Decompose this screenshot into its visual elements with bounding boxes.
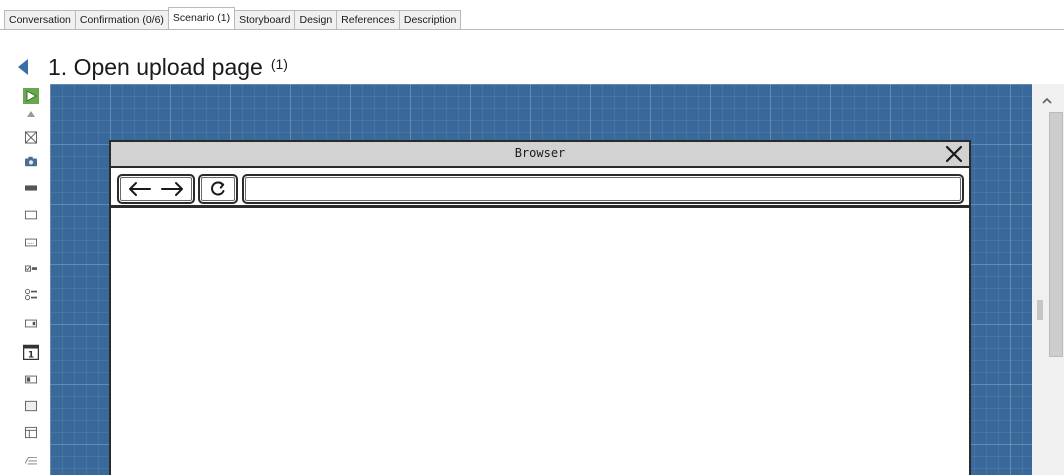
play-icon[interactable] xyxy=(23,88,39,104)
panel-icon[interactable] xyxy=(25,400,37,412)
tab-references[interactable]: References xyxy=(336,10,400,29)
tab-storyboard[interactable]: Storyboard xyxy=(234,10,296,29)
tab-description[interactable]: Description xyxy=(398,10,462,29)
reload-button[interactable] xyxy=(198,174,238,204)
bar-icon[interactable] xyxy=(25,182,37,194)
back-forward-button[interactable] xyxy=(117,174,195,204)
tab-confirmation[interactable]: Confirmation (0/6) xyxy=(74,10,169,29)
image-placeholder-icon[interactable] xyxy=(25,131,37,143)
table-icon[interactable] xyxy=(25,426,37,438)
browser-toolbar xyxy=(111,168,969,208)
close-icon[interactable] xyxy=(945,145,963,163)
dropdown-icon[interactable] xyxy=(25,317,37,329)
tab-conversation[interactable]: Conversation xyxy=(4,10,76,29)
vertical-scrollbar[interactable] xyxy=(1032,84,1064,475)
back-arrow-icon[interactable] xyxy=(18,59,28,75)
widget-toolbar: 1 xyxy=(0,84,50,475)
browser-title: Browser xyxy=(514,146,566,160)
radio-list-icon[interactable] xyxy=(25,289,37,301)
tab-design[interactable]: Design xyxy=(294,10,338,29)
tab-bar: Conversation Confirmation (0/6) Scenario… xyxy=(0,0,1064,32)
checkbox-list-icon[interactable] xyxy=(25,263,37,275)
design-canvas[interactable]: Browser xyxy=(50,84,1032,475)
arrow-left-right-icon xyxy=(129,182,183,196)
tabs: Conversation Confirmation (0/6) Scenario… xyxy=(4,7,462,29)
svg-text:1: 1 xyxy=(28,351,34,361)
page-title: 1. Open upload page xyxy=(48,53,263,80)
address-bar[interactable] xyxy=(242,174,964,204)
toggle-icon[interactable] xyxy=(25,373,37,385)
text-field-icon[interactable] xyxy=(25,236,37,248)
scroll-up-icon[interactable] xyxy=(1040,94,1054,106)
camera-icon[interactable] xyxy=(25,155,37,167)
calendar-icon[interactable]: 1 xyxy=(23,344,39,360)
text-area-icon[interactable] xyxy=(25,454,37,466)
browser-titlebar: Browser xyxy=(111,142,969,168)
scroll-thumb[interactable] xyxy=(1049,112,1063,357)
scroll-grip-icon[interactable] xyxy=(1037,298,1043,322)
collapse-arrow-icon[interactable] xyxy=(25,108,37,120)
browser-window[interactable]: Browser xyxy=(109,140,971,475)
title-row: 1. Open upload page (1) xyxy=(18,52,288,82)
tab-scenario[interactable]: Scenario (1) xyxy=(167,7,236,29)
scenario-count: (1) xyxy=(270,56,288,72)
reload-icon xyxy=(211,181,225,196)
rectangle-icon[interactable] xyxy=(25,209,37,221)
